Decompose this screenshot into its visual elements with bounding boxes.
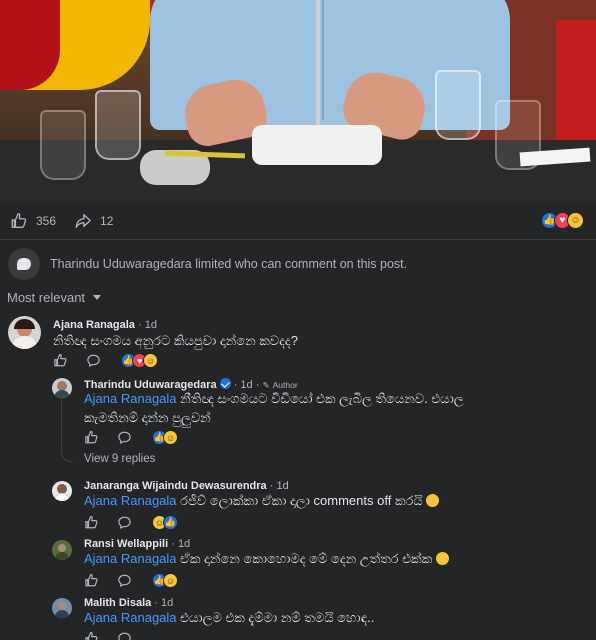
comment-time[interactable]: · 1d [270, 480, 289, 492]
reply-icon[interactable] [86, 353, 101, 368]
like-icon: 👍 [163, 515, 178, 530]
comment-text-line: එයාලම එක දැම්මා නම් තමයි හොඳ.. [180, 610, 375, 625]
avatar[interactable] [52, 481, 72, 501]
comment-text: Ajana Ranagala ඒක දාන්නෙ කොහොමද මේ දෙන උ… [84, 550, 449, 569]
comment-text-line: නීතිඥ සංගමයට විඩියෝ එක ලැබිල තියෙනව. එයා… [180, 391, 464, 406]
thumbs-up-icon[interactable] [53, 353, 68, 368]
shirt-placket [322, 0, 324, 120]
comment-time[interactable]: · 1d [138, 319, 157, 331]
comment-text-line: කැමතිනම් දාන්න පුලුවන් [84, 409, 211, 425]
comment-restriction-notice: Tharindu Uduwaragedara limited who can c… [8, 248, 407, 280]
like-count: 356 [36, 214, 57, 228]
glass [435, 70, 481, 140]
post-reactions-summary[interactable]: 👍 ♥ ☺ [541, 212, 584, 229]
post-reaction-bar: 356 12 👍 ♥ ☺ [0, 203, 596, 239]
post-photo[interactable] [0, 0, 596, 203]
comment-text: Ajana Ranagala නීතිඥ සංගමයට විඩියෝ එක ලැ… [84, 390, 544, 428]
thumbs-up-icon [11, 213, 27, 228]
comment-reactions[interactable]: 👍 ♥ ☺ [121, 353, 158, 368]
mention-link[interactable]: Ajana Ranagala [84, 493, 177, 508]
mention-link[interactable]: Ajana Ranagala [84, 610, 177, 625]
avatar[interactable] [8, 316, 41, 349]
like-stat[interactable]: 356 [10, 212, 56, 230]
thumbs-up-icon[interactable] [84, 430, 99, 445]
smiley-emoji-icon [426, 494, 440, 507]
author-name[interactable]: Malith Disala [84, 597, 151, 609]
comment-time[interactable]: · 1d [171, 538, 190, 550]
comment-actions: 👍 ☺ [84, 573, 178, 588]
reply-icon[interactable] [117, 515, 132, 530]
comment-bubble-icon [8, 248, 40, 280]
comment-actions: ☺ 👍 [84, 515, 178, 530]
comment-actions [84, 631, 132, 640]
comment-time[interactable]: · 1d [154, 597, 173, 609]
microphone-stem [316, 0, 320, 128]
haha-icon: ☺ [143, 353, 158, 368]
share-icon [75, 214, 91, 228]
mention-link[interactable]: Ajana Ranagala [84, 391, 177, 406]
glass [40, 110, 86, 180]
comment-author[interactable]: Malith Disala · 1d [84, 597, 173, 609]
comment-reactions[interactable]: 👍 ☺ [152, 573, 178, 588]
microphone-base [252, 125, 382, 165]
author-badge: Author [272, 380, 298, 390]
thumbs-up-icon[interactable] [84, 573, 99, 588]
comment-actions: 👍 ☺ [84, 430, 178, 445]
haha-icon: ☺ [163, 430, 178, 445]
reply-icon[interactable] [117, 430, 132, 445]
divider [0, 239, 596, 240]
comment-text: නිතිඥ සංගමය අනුරට කියපුවා දාන්නෙ කවදද? [53, 333, 298, 348]
comment-author[interactable]: Ransi Wellappili · 1d [84, 538, 190, 550]
view-replies-link[interactable]: View 9 replies [84, 453, 155, 465]
comment-text-line: රජීව් ලොක්කා ඒකා දාලා comments off කරයි [180, 493, 423, 508]
comment-reactions[interactable]: ☺ 👍 [152, 515, 178, 530]
author-name[interactable]: Ajana Ranagala [53, 319, 135, 331]
mention-link[interactable]: Ajana Ranagala [84, 551, 177, 566]
thumbs-up-icon[interactable] [84, 631, 99, 640]
glass [95, 90, 141, 160]
comment-text-line: ඒක දාන්නෙ කොහොමද මේ දෙන උත්තර එක්ක [180, 551, 433, 566]
author-name[interactable]: Ransi Wellappili [84, 538, 168, 550]
sort-label: Most relevant [7, 290, 86, 305]
pencil-icon: ✎ [262, 380, 270, 390]
comment-author[interactable]: Janaranga Wijaindu Dewasurendra · 1d [84, 480, 289, 492]
reply-icon[interactable] [117, 573, 132, 588]
share-stat[interactable]: 12 [74, 212, 113, 230]
avatar[interactable] [52, 598, 72, 618]
laughing-emoji-icon [435, 552, 449, 565]
avatar[interactable] [52, 540, 72, 560]
chevron-down-icon [93, 295, 102, 300]
sort-dropdown[interactable]: Most relevant [7, 290, 102, 305]
share-count: 12 [100, 214, 114, 228]
comment-actions: 👍 ♥ ☺ [53, 353, 158, 368]
comment-reactions[interactable]: 👍 ☺ [152, 430, 178, 445]
reply-icon[interactable] [117, 631, 132, 640]
thread-connector [61, 392, 73, 462]
comment-author[interactable]: Ajana Ranagala · 1d [53, 319, 157, 331]
comment-text: Ajana Ranagala එයාලම එක දැම්මා නම් තමයි … [84, 609, 374, 628]
verified-badge-icon [219, 378, 231, 389]
haha-icon: ☺ [163, 573, 178, 588]
thumbs-up-icon[interactable] [84, 515, 99, 530]
haha-icon: ☺ [567, 212, 584, 229]
notice-text: Tharindu Uduwaragedara limited who can c… [50, 257, 408, 271]
comment-text: Ajana Ranagala රජීව් ලොක්කා ඒකා දාලා com… [84, 492, 440, 511]
author-name[interactable]: Janaranga Wijaindu Dewasurendra [84, 480, 267, 492]
